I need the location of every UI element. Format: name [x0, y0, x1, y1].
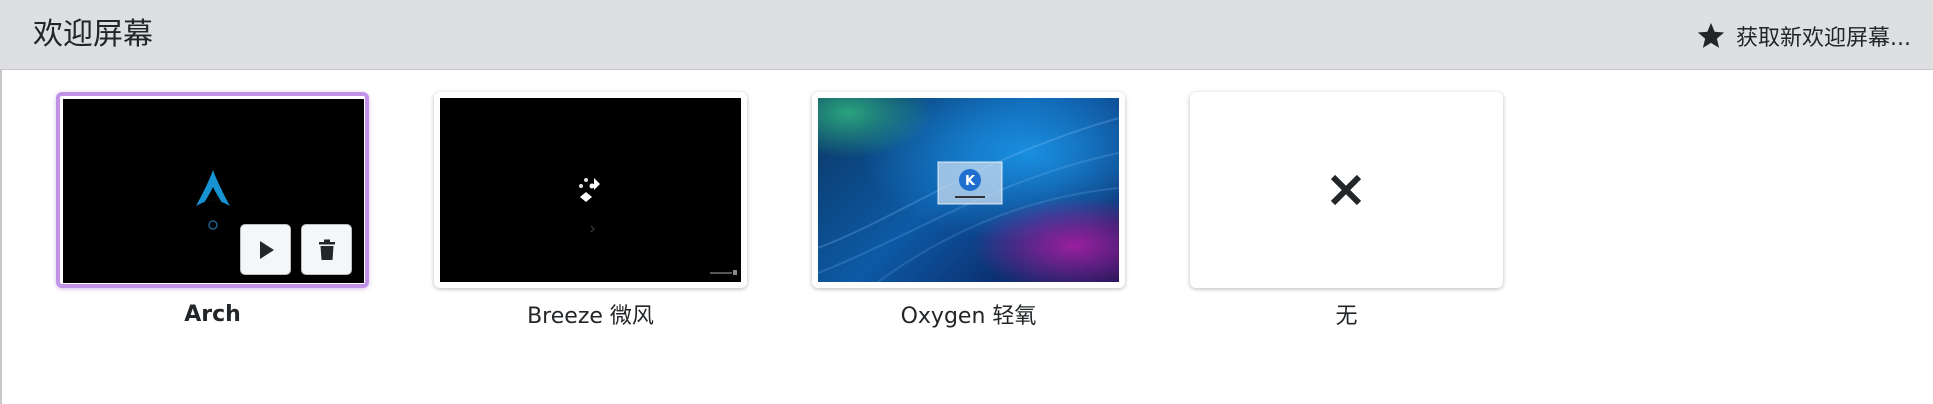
theme-card-oxygen[interactable]: K: [812, 92, 1125, 288]
theme-preview-oxygen: K: [818, 98, 1119, 282]
breeze-spinner-icon: [579, 178, 737, 275]
theme-card-breeze[interactable]: [434, 92, 747, 288]
play-icon: [259, 240, 274, 259]
theme-label-arch: Arch: [184, 302, 241, 327]
theme-card-arch[interactable]: [56, 92, 369, 288]
theme-label-oxygen: Oxygen 轻氧: [900, 304, 1037, 329]
oxygen-kde-logo-icon: K: [818, 117, 1119, 282]
delete-button[interactable]: [301, 224, 352, 275]
theme-card-none[interactable]: [1190, 92, 1503, 288]
svg-text:K: K: [965, 174, 976, 189]
trash-icon: [318, 239, 335, 260]
theme-label-none: 无: [1335, 304, 1358, 329]
theme-label-breeze: Breeze 微风: [527, 304, 654, 329]
header-bar: 欢迎屏幕 获取新欢迎屏幕...: [0, 0, 1933, 70]
page-title: 欢迎屏幕: [33, 17, 153, 52]
preview-button[interactable]: [240, 224, 291, 275]
get-new-splash-button[interactable]: 获取新欢迎屏幕...: [1696, 18, 1911, 54]
window-edge: [0, 70, 2, 404]
get-new-label: 获取新欢迎屏幕...: [1736, 26, 1911, 51]
theme-preview-breeze: [440, 98, 741, 282]
close-icon: [1330, 174, 1362, 206]
star-icon: [1697, 22, 1725, 48]
